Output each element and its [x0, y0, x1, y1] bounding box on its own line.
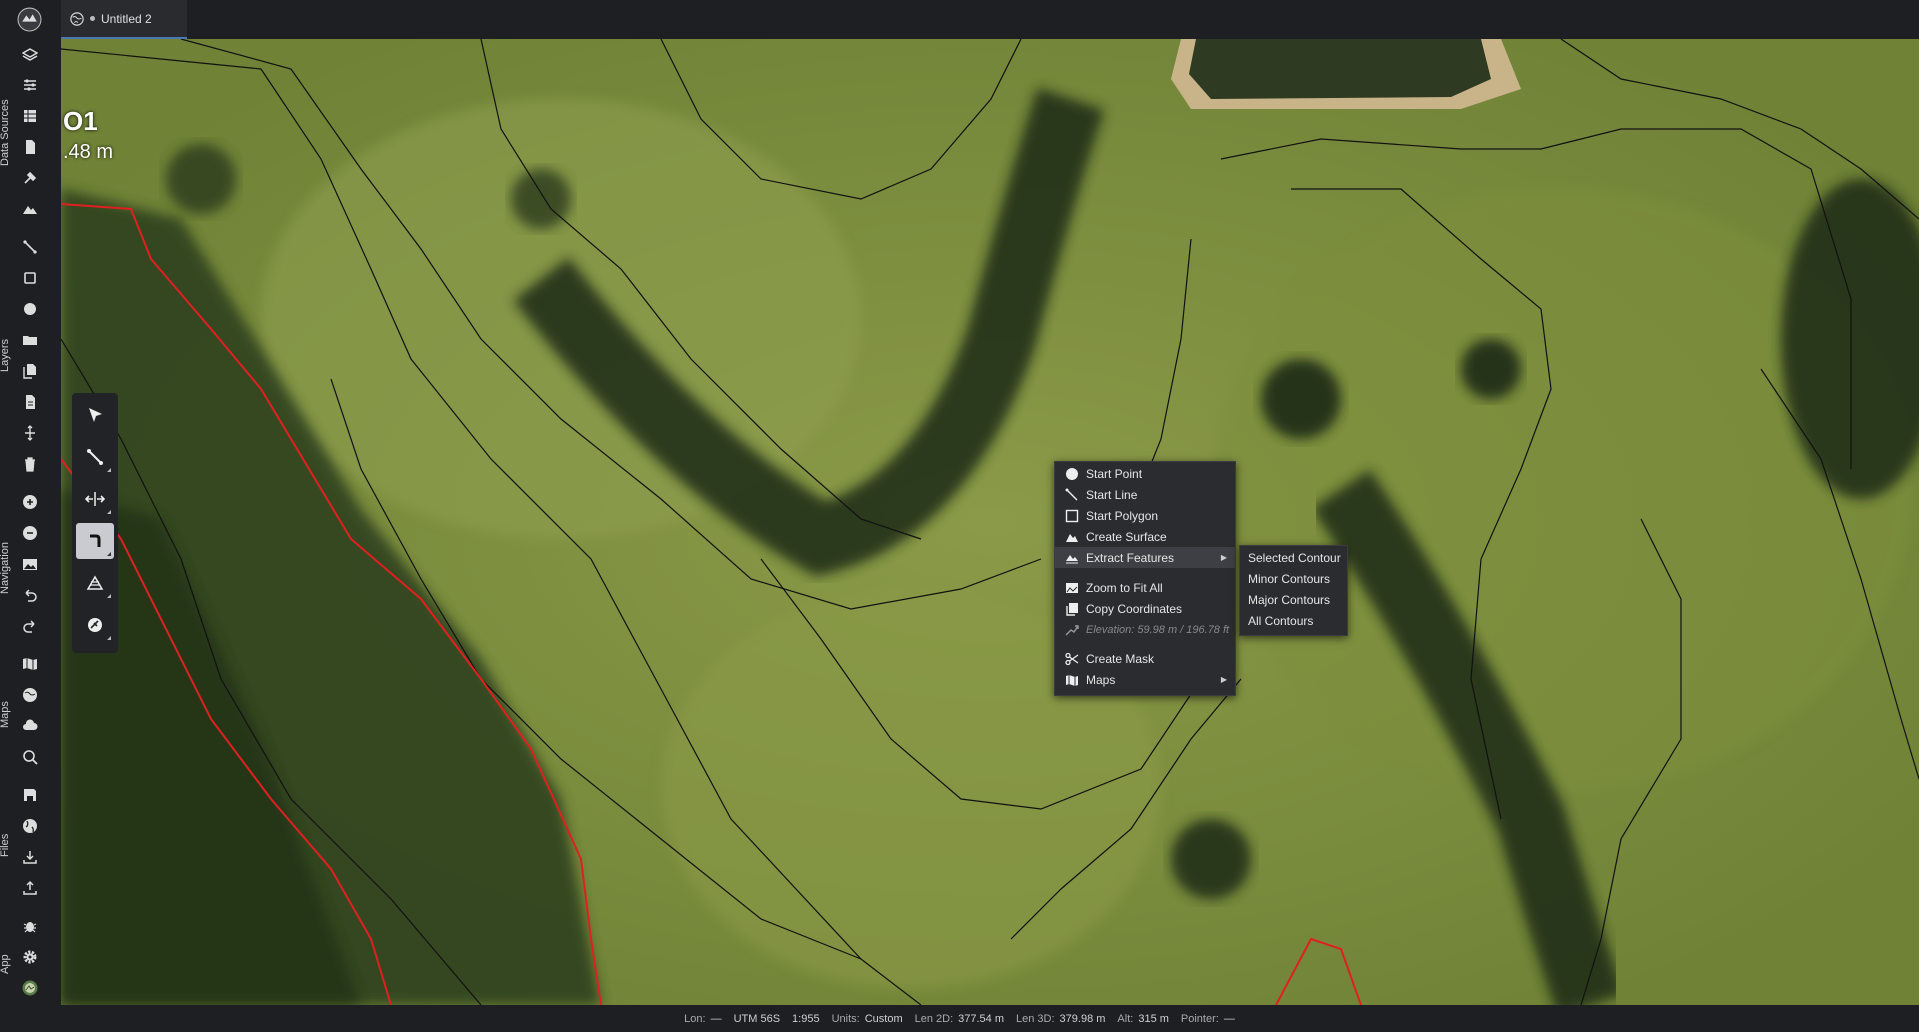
status-scale[interactable]: 1:955	[792, 1013, 820, 1025]
copy-icon[interactable]	[19, 360, 41, 382]
split-icon[interactable]	[19, 422, 41, 444]
line-tool-icon[interactable]	[19, 236, 41, 258]
file-icon[interactable]	[19, 391, 41, 413]
section-label-app: App	[0, 954, 11, 974]
split-tool[interactable]	[76, 481, 114, 517]
submenu-arrow-icon: ▶	[1220, 553, 1227, 562]
document-icon[interactable]	[19, 136, 41, 158]
terrain-icon[interactable]	[19, 198, 41, 220]
line-tool[interactable]	[76, 439, 114, 475]
circle-icon[interactable]	[19, 298, 41, 320]
document-tab[interactable]: Untitled 2	[61, 0, 187, 39]
status-bar: Lon: — UTM 56S 1:955 Units: Custom Len 2D:…	[0, 1005, 1919, 1032]
earth-icon[interactable]	[19, 815, 41, 837]
status-units[interactable]: Units: Custom	[832, 1013, 903, 1025]
submenu-item-all-contours[interactable]: All Contours	[1240, 610, 1347, 631]
elevation-icon	[1065, 623, 1079, 637]
menu-item-start-polygon[interactable]: Start Polygon	[1055, 505, 1235, 526]
menu-item-elevation: Elevation: 59.98 m / 196.78 ft	[1055, 619, 1235, 640]
section-label-navigation: Navigation	[0, 542, 11, 594]
app-logo-icon[interactable]	[17, 7, 42, 32]
status-utm[interactable]: UTM 56S	[734, 1013, 780, 1025]
aerial-imagery	[61, 39, 1919, 1005]
floating-toolbar	[72, 393, 118, 653]
table-icon[interactable]	[19, 105, 41, 127]
menu-item-copy-coordinates[interactable]: Copy Coordinates	[1055, 598, 1235, 619]
globe-icon	[70, 11, 84, 26]
circle-icon	[1065, 467, 1079, 481]
map-view[interactable]	[61, 39, 1919, 1005]
zoom-out-icon[interactable]	[19, 522, 41, 544]
status-len2d: Len 2D: 377.54 m	[914, 1012, 1005, 1025]
select-tool[interactable]	[76, 397, 114, 433]
menu-item-create-surface[interactable]: Create Surface	[1055, 526, 1235, 547]
overlay-subtitle: .48 m	[63, 141, 114, 163]
menu-item-start-line[interactable]: Start Line	[1055, 484, 1235, 505]
section-label-files: Files	[0, 833, 11, 857]
save-icon[interactable]	[19, 784, 41, 806]
section-label-layers: Layers	[0, 338, 11, 372]
submenu-item-minor-contours[interactable]: Minor Contours	[1240, 568, 1347, 589]
layers-icon[interactable]	[19, 44, 41, 66]
copy-icon	[1065, 602, 1079, 616]
status-alt: Alt: 315 m	[1117, 1012, 1169, 1025]
menu-item-start-point[interactable]: Start Point	[1055, 463, 1235, 484]
square-icon[interactable]	[19, 267, 41, 289]
line-icon	[87, 449, 103, 465]
upload-icon[interactable]	[19, 877, 41, 899]
zoom-fit-icon	[1065, 581, 1079, 595]
status-pointer: Pointer: —	[1180, 1012, 1235, 1025]
mask-icon	[86, 575, 104, 590]
left-sidebar: Data Sources Layers Navigation Maps File…	[0, 39, 61, 1032]
section-label-data-sources: Data Sources	[0, 99, 11, 166]
scissors-icon	[1065, 652, 1079, 666]
menu-item-create-mask[interactable]: Create Mask	[1055, 648, 1235, 669]
menu-item-extract-features[interactable]: Extract Features ▶	[1055, 547, 1235, 568]
status-len3d: Len 3D: 379.98 m	[1016, 1012, 1106, 1025]
top-bar: Untitled 2	[0, 0, 1919, 39]
submenu-item-selected-contour[interactable]: Selected Contour	[1240, 547, 1347, 568]
extract-features-submenu: Selected Contour Minor Contours Major Co…	[1239, 545, 1348, 636]
avatar-icon[interactable]	[19, 977, 41, 999]
menu-item-zoom-to-fit-all[interactable]: Zoom to Fit All	[1055, 577, 1235, 598]
gear-icon[interactable]	[19, 946, 41, 968]
submenu-arrow-icon: ▶	[1220, 675, 1227, 684]
folder-icon[interactable]	[19, 329, 41, 351]
redo-icon[interactable]	[19, 615, 41, 637]
menu-item-maps[interactable]: Maps ▶	[1055, 669, 1235, 690]
overlay-title: O1	[63, 106, 98, 136]
submenu-item-major-contours[interactable]: Major Contours	[1240, 589, 1347, 610]
line-icon	[1065, 488, 1079, 502]
download-icon[interactable]	[19, 846, 41, 868]
map-icon[interactable]	[19, 653, 41, 675]
mask-tool[interactable]	[76, 565, 114, 601]
section-label-maps: Maps	[0, 701, 11, 728]
split-arrows-icon	[85, 492, 105, 506]
pointer-icon	[89, 408, 102, 422]
terrain-icon	[1065, 530, 1079, 544]
measure-icon	[88, 618, 102, 632]
trash-icon[interactable]	[19, 453, 41, 475]
satellite-icon[interactable]	[19, 167, 41, 189]
document-title: Untitled 2	[101, 11, 152, 26]
sliders-icon[interactable]	[19, 74, 41, 96]
unsaved-dot	[90, 16, 95, 21]
globe-icon[interactable]	[19, 684, 41, 706]
map-icon	[1065, 673, 1079, 687]
corner-tool[interactable]	[76, 523, 114, 559]
bug-icon[interactable]	[19, 915, 41, 937]
undo-icon[interactable]	[19, 584, 41, 606]
square-icon	[1065, 509, 1079, 523]
zoom-in-icon[interactable]	[19, 491, 41, 513]
context-menu: Start Point Start Line Start Polygon Cre…	[1054, 461, 1236, 696]
search-icon[interactable]	[19, 746, 41, 768]
status-lon: Lon: —	[684, 1012, 722, 1025]
image-icon[interactable]	[19, 553, 41, 575]
extract-icon	[1065, 551, 1079, 565]
cloud-icon[interactable]	[19, 715, 41, 737]
measure-tool[interactable]	[76, 607, 114, 643]
corner-icon	[90, 534, 101, 547]
